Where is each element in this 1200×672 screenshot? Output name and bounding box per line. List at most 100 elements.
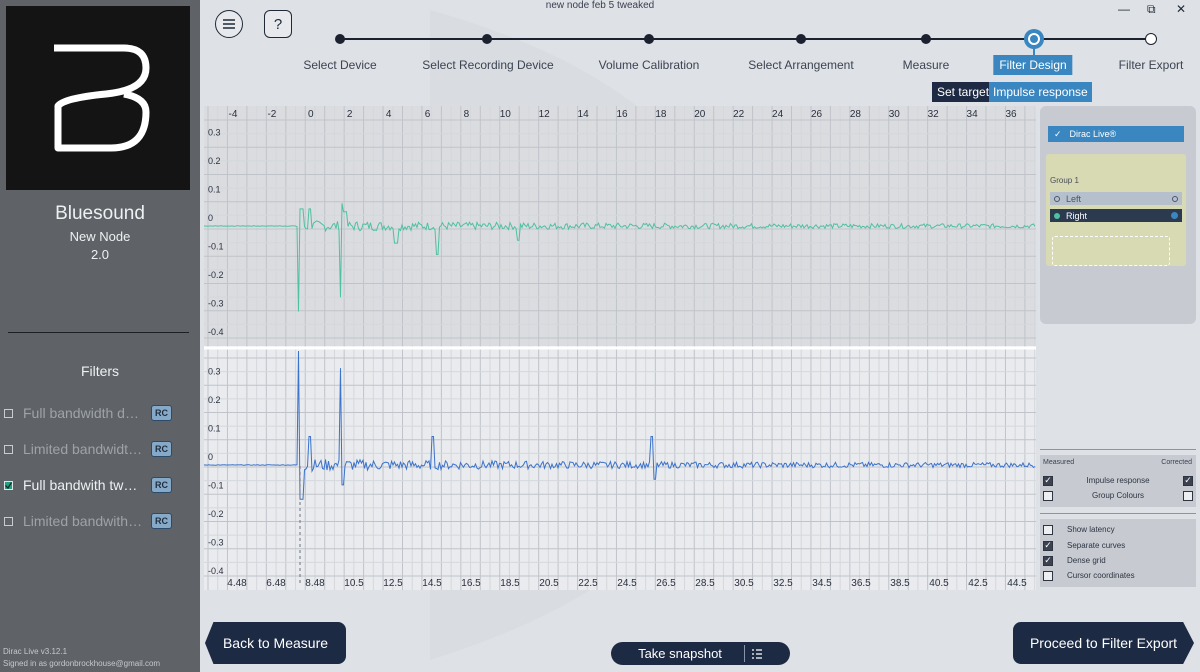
y-axis-tick-label: -0.1	[208, 242, 224, 252]
option-show-latency[interactable]: Show latency	[1043, 522, 1115, 537]
step-select-device[interactable]: Select Device	[303, 58, 376, 72]
top-axis-tick-label: 0	[308, 109, 314, 120]
display-options: Show latency ✓ Separate curves ✓ Dense g…	[1040, 519, 1196, 587]
step-filter-export[interactable]: Filter Export	[1119, 58, 1184, 72]
y-axis-tick-label: 0.3	[208, 367, 221, 377]
separate-curves-label: Separate curves	[1067, 541, 1126, 550]
cursor-coordinates-checkbox[interactable]	[1043, 570, 1053, 581]
radio-icon	[1172, 195, 1178, 202]
top-axis-tick-label: 34	[967, 109, 979, 120]
bottom-axis-tick-label: 4.48	[227, 578, 247, 589]
separate-curves-checkbox[interactable]: ✓	[1043, 540, 1053, 551]
bottom-axis-tick-label: 44.5	[1007, 578, 1027, 589]
take-snapshot-button[interactable]: Take snapshot	[611, 642, 790, 665]
top-axis-tick-label: 26	[811, 109, 823, 120]
step-dot[interactable]	[796, 34, 806, 44]
channel-left[interactable]: Left	[1050, 192, 1182, 205]
step-dot[interactable]	[921, 34, 931, 44]
group-colours-row: Group Colours	[1043, 488, 1193, 503]
step-dot[interactable]	[482, 34, 492, 44]
step-measure[interactable]: Measure	[903, 58, 950, 72]
step-dot-pending[interactable]	[1145, 33, 1157, 45]
bottom-axis-tick-label: 22.5	[578, 578, 598, 589]
impulse-response-plot[interactable]: -4 -2 0 2 4 6 8 10 12 14 16 18 20 22 24 26 28 30 32 34 36 4.4…	[203, 106, 1036, 590]
corrected-group-colours-checkbox[interactable]	[1183, 490, 1193, 501]
filter-checkbox[interactable]	[4, 408, 13, 418]
step-dot[interactable]	[644, 34, 654, 44]
brand-logo	[6, 6, 190, 190]
bottom-axis-tick-label: 38.5	[890, 578, 910, 589]
option-cursor-coordinates[interactable]: Cursor coordinates	[1043, 568, 1135, 583]
top-axis-tick-label: 4	[386, 109, 392, 120]
filter-item[interactable]: Limited bandwith tweaked RC	[4, 511, 194, 531]
bottom-axis-tick-label: 20.5	[539, 578, 559, 589]
y-axis-tick-label: 0.2	[208, 395, 221, 405]
channel-left-label: Left	[1066, 193, 1082, 204]
measured-dot-icon	[1054, 212, 1060, 219]
measured-impulse-checkbox[interactable]: ✓	[1043, 475, 1053, 486]
filter-item[interactable]: Full bandwidth default RC	[4, 403, 194, 423]
y-axis-tick-label: -0.3	[208, 538, 224, 548]
tab-set-target[interactable]: Set target	[932, 82, 995, 102]
menu-button[interactable]	[215, 10, 243, 38]
divider	[1040, 449, 1196, 450]
filter-label: Full bandwidth default	[23, 405, 143, 421]
top-axis-tick-label: 22	[733, 109, 745, 120]
filter-label: Limited bandwidth default	[23, 441, 143, 457]
list-icon[interactable]	[751, 648, 763, 659]
top-axis-tick-label: 28	[850, 109, 862, 120]
top-axis-tick-label: 30	[889, 109, 901, 120]
dense-grid-checkbox[interactable]: ✓	[1043, 555, 1053, 566]
show-latency-checkbox[interactable]	[1043, 524, 1053, 535]
top-axis-tick-label: -4	[229, 109, 238, 120]
top-axis-tick-label: 20	[694, 109, 706, 120]
bottom-axis-tick-label: 24.5	[617, 578, 637, 589]
bottom-axis-tick-label: 18.5	[500, 578, 520, 589]
channel-right[interactable]: Right	[1050, 209, 1182, 222]
y-axis-tick-label: 0	[208, 452, 213, 462]
back-to-measure-button[interactable]: Back to Measure	[205, 622, 346, 664]
option-separate-curves[interactable]: ✓ Separate curves	[1043, 538, 1125, 553]
rc-badge: RC	[151, 513, 172, 529]
y-axis-tick-label: 0.1	[208, 424, 221, 434]
y-axis-tick-label: -0.3	[208, 299, 224, 309]
channel-right-label: Right	[1066, 210, 1088, 221]
y-axis-tick-label: -0.4	[208, 327, 224, 337]
y-axis-tick-label: -0.2	[208, 509, 224, 519]
step-select-arrangement[interactable]: Select Arrangement	[748, 58, 853, 72]
filter-checkbox[interactable]	[4, 516, 13, 526]
y-axis-tick-label: 0.1	[208, 185, 221, 195]
dirac-live-tab[interactable]: ✓ Dirac Live®	[1048, 126, 1184, 142]
plot-canvas[interactable]: -4 -2 0 2 4 6 8 10 12 14 16 18 20 22 24 26 28 30 32 34 364.4…	[203, 106, 1036, 590]
option-dense-grid[interactable]: ✓ Dense grid	[1043, 553, 1106, 568]
device-version: 2.0	[90, 247, 110, 262]
bottom-axis-tick-label: 34.5	[812, 578, 832, 589]
filter-item[interactable]: Limited bandwidth default RC	[4, 439, 194, 459]
step-dot[interactable]	[335, 34, 345, 44]
filter-checkbox[interactable]	[4, 480, 13, 490]
tab-impulse-response[interactable]: Impulse response	[989, 82, 1092, 102]
curve-options: Measured Corrected ✓ Impulse response ✓ …	[1040, 455, 1196, 507]
bottom-axis-tick-label: 12.5	[383, 578, 403, 589]
step-select-recording-device[interactable]: Select Recording Device	[422, 58, 553, 72]
filter-checkbox[interactable]	[4, 444, 13, 454]
maximize-button[interactable]: ⧉	[1147, 2, 1156, 17]
filter-item[interactable]: Full bandwith tweaked RC	[4, 475, 194, 495]
step-volume-calibration[interactable]: Volume Calibration	[599, 58, 700, 72]
device-brand: Bluesound	[55, 203, 145, 224]
close-button[interactable]: ✕	[1176, 2, 1186, 16]
help-button[interactable]: ?	[264, 10, 292, 38]
corrected-impulse-checkbox[interactable]: ✓	[1183, 475, 1193, 486]
corrected-dot-icon	[1171, 212, 1178, 219]
empty-group-slot[interactable]	[1052, 236, 1170, 266]
bottom-axis-tick-label: 14.5	[422, 578, 442, 589]
impulse-response-row: ✓ Impulse response ✓	[1043, 473, 1193, 488]
sidebar-divider	[8, 332, 189, 333]
proceed-to-filter-export-button[interactable]: Proceed to Filter Export	[1013, 622, 1194, 664]
step-filter-design[interactable]: Filter Design	[993, 55, 1073, 75]
measured-group-colours-checkbox[interactable]	[1043, 490, 1053, 501]
show-latency-label: Show latency	[1067, 525, 1115, 534]
step-dot-active[interactable]	[1024, 29, 1044, 49]
minimize-button[interactable]: —	[1118, 2, 1130, 16]
bottom-axis-tick-label: 42.5	[968, 578, 988, 589]
